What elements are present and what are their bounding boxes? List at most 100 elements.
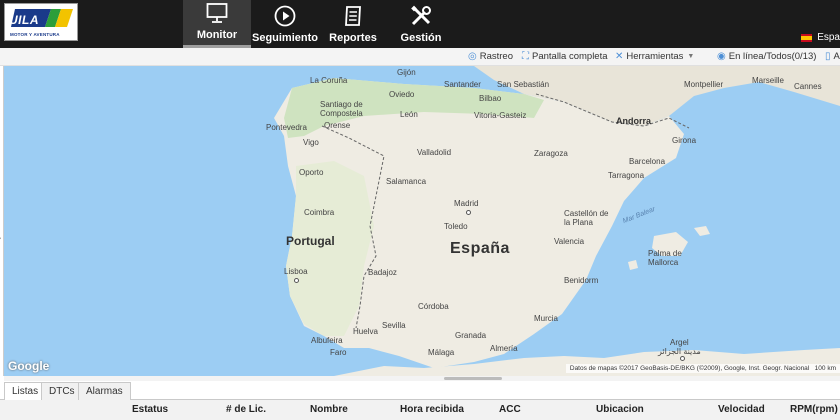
city-label: Gijón: [397, 68, 416, 77]
logo-word: UILA: [9, 13, 39, 27]
online-filter[interactable]: ◉ En línea/Todos(0/13): [717, 51, 816, 62]
rastreo-label: Rastreo: [479, 51, 513, 62]
city-label: Salamanca: [386, 177, 427, 186]
city-label: Santander: [444, 80, 481, 89]
city-label: Montpellier: [684, 80, 724, 89]
app-window: UILA MOTOR Y AVENTURA Monitor Seguimient…: [0, 0, 840, 420]
column-header[interactable]: Velocidad: [718, 404, 765, 415]
city-label: Lisboa: [284, 267, 308, 276]
tab-dtcs[interactable]: DTCs: [41, 382, 83, 400]
city-label: Vigo: [303, 138, 319, 147]
map-attribution: Datos de mapas ©2017 GeoBasis-DE/BKG (©2…: [565, 364, 840, 373]
city-label: La Coruña: [310, 76, 348, 85]
city-label: Cannes: [794, 82, 822, 91]
fullscreen-icon: ⛶: [522, 51, 529, 62]
city-label: Granada: [455, 331, 487, 340]
scale-text: 100 km: [814, 365, 836, 372]
fullscreen-button[interactable]: ⛶ Pantalla completa: [522, 51, 608, 62]
city-label: Oporto: [299, 168, 324, 177]
language-label: Espa: [817, 32, 840, 43]
column-header[interactable]: Ubicacion: [596, 404, 644, 415]
herramientas-label: Herramientas: [626, 51, 684, 62]
city-label: Coimbra: [304, 208, 335, 217]
tab-alarmas[interactable]: Alarmas: [78, 382, 131, 400]
play-circle-icon: [274, 5, 296, 27]
google-logo: Google: [8, 359, 50, 373]
column-header[interactable]: RPM(rpm): [790, 404, 838, 415]
madrid-marker[interactable]: [466, 210, 471, 215]
nav-seguimiento[interactable]: Seguimiento: [251, 0, 319, 48]
city-label: Toledo: [444, 222, 468, 231]
uila-logo[interactable]: UILA MOTOR Y AVENTURA: [4, 3, 78, 41]
country-label-portugal: Portugal: [286, 234, 335, 248]
extra-label: A: [833, 51, 840, 62]
city-label: Girona: [672, 136, 697, 145]
city-label: Madrid: [454, 199, 479, 208]
nav-gestion[interactable]: Gestión: [387, 0, 455, 48]
signal-icon: ◉: [717, 51, 726, 62]
city-label: Valencia: [554, 237, 585, 246]
country-label-spain: España: [450, 240, 510, 257]
top-navigation-bar: UILA MOTOR Y AVENTURA Monitor Seguimient…: [0, 0, 840, 48]
country-label-andorra: Andorra: [616, 116, 652, 126]
city-label: Badajoz: [368, 268, 397, 277]
column-header[interactable]: Estatus: [132, 404, 168, 415]
nav-reportes[interactable]: Reportes: [319, 0, 387, 48]
city-label: Marseille: [752, 76, 785, 85]
argel-marker[interactable]: [680, 356, 685, 361]
city-label: Palma de Mallorca: [648, 249, 682, 267]
nav-monitor[interactable]: Monitor: [183, 0, 251, 48]
herramientas-dropdown[interactable]: ✕ Herramientas ▼: [615, 51, 694, 62]
column-header[interactable]: # de Lic.: [226, 404, 266, 415]
nav-reportes-label: Reportes: [329, 32, 377, 44]
city-label: Pontevedra: [266, 123, 307, 132]
city-label: León: [400, 110, 418, 119]
document-icon: [345, 6, 361, 26]
main-nav: Monitor Seguimiento Reportes Gestión: [183, 0, 455, 48]
city-label: Bilbao: [479, 94, 502, 103]
rastreo-button[interactable]: ◎ Rastreo: [468, 51, 513, 62]
city-label: Castellón de la Plana: [564, 209, 609, 227]
city-label: Huelva: [353, 327, 378, 336]
city-label: Santiago de Compostela: [320, 100, 363, 118]
expand-arrow-icon: ›: [0, 236, 1, 242]
map-view[interactable]: España Portugal Andorra Mar Balear La Co…: [4, 66, 840, 376]
city-label: Málaga: [428, 348, 455, 357]
nav-gestion-label: Gestión: [400, 32, 442, 44]
lisboa-marker[interactable]: [294, 278, 299, 283]
phone-icon: ▯: [825, 51, 831, 62]
spain-flag-icon: [801, 33, 813, 42]
city-label: Argel: [670, 338, 689, 347]
monitor-icon: [206, 3, 228, 23]
nav-monitor-label: Monitor: [196, 29, 238, 41]
city-label: مدينة الجزائر: [658, 347, 701, 356]
language-selector[interactable]: Espa: [801, 32, 840, 43]
wrench-icon: ✕: [615, 51, 624, 62]
city-label: Zaragoza: [534, 149, 568, 158]
column-header[interactable]: Hora recibida: [400, 404, 464, 415]
city-label: Barcelona: [629, 157, 666, 166]
city-label: Vitoria-Gasteiz: [474, 111, 527, 120]
extra-toolbar-item[interactable]: ▯ A: [825, 51, 840, 62]
fullscreen-label: Pantalla completa: [532, 51, 608, 62]
tools-icon: [411, 5, 431, 26]
city-label: Benidorm: [564, 276, 599, 285]
map-land-shapes: [274, 66, 840, 376]
column-header[interactable]: ACC: [499, 404, 521, 415]
city-label: Oviedo: [389, 90, 415, 99]
city-label: Sevilla: [382, 321, 406, 330]
city-label: Tarragona: [608, 171, 645, 180]
table-header-row: Estatus # de Lic. Nombre Hora recibida A…: [0, 400, 840, 420]
logo-tagline: MOTOR Y AVENTURA: [10, 32, 60, 37]
city-label: Almería: [490, 344, 518, 353]
splitter-grip[interactable]: [444, 377, 502, 380]
attribution-text: Datos de mapas ©2017 GeoBasis-DE/BKG (©2…: [569, 365, 810, 372]
tab-listas[interactable]: Listas: [4, 382, 47, 400]
city-label: San Sebastián: [497, 80, 550, 89]
city-label: Valladolid: [417, 148, 452, 157]
locate-icon: ◎: [468, 51, 477, 62]
nav-seguimiento-label: Seguimiento: [251, 32, 318, 44]
bottom-tab-bar: Listas DTCs Alarmas: [0, 381, 840, 400]
column-header[interactable]: Nombre: [310, 404, 348, 415]
city-label: Murcia: [534, 314, 559, 323]
